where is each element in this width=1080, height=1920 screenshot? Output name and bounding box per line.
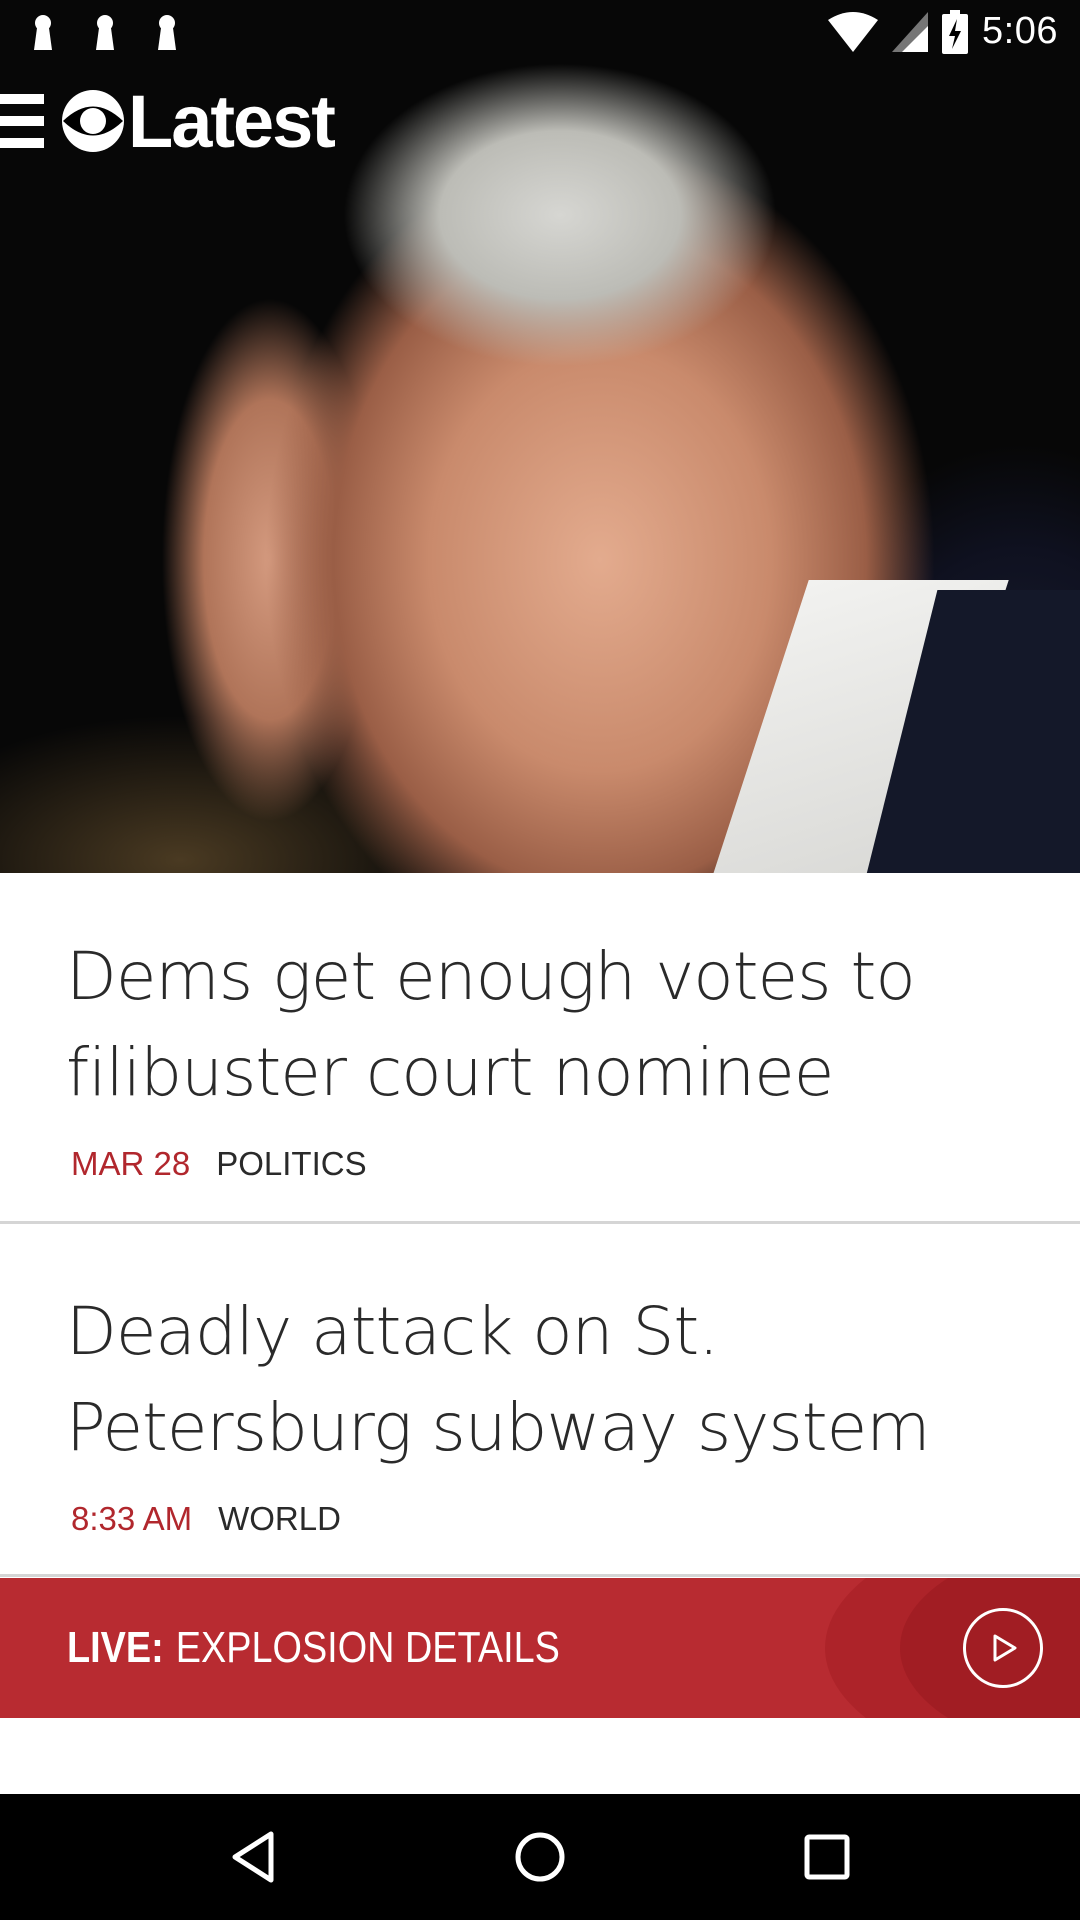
system-nav-bar (0, 1794, 1080, 1920)
play-circle-icon[interactable] (963, 1608, 1043, 1688)
article-category: POLITICS (216, 1145, 367, 1182)
hamburger-menu-icon[interactable] (0, 90, 44, 152)
live-label: LIVE: (67, 1623, 164, 1672)
keyhole-icon (158, 14, 176, 50)
notification-icons (30, 14, 180, 50)
article-timestamp: 8:33 AM (71, 1500, 193, 1537)
app-logo[interactable]: Latest (60, 79, 336, 164)
recents-icon[interactable] (787, 1817, 867, 1897)
article-category: WORLD (218, 1500, 341, 1537)
back-icon[interactable] (213, 1817, 293, 1897)
battery-charging-icon (942, 9, 969, 54)
live-banner-text: LIVE: EXPLOSION DETAILS (67, 1578, 560, 1718)
live-banner[interactable]: LIVE: EXPLOSION DETAILS (0, 1578, 1080, 1718)
article-timestamp: MAR 28 (71, 1145, 191, 1182)
keyhole-icon (96, 14, 114, 50)
article-card[interactable]: Deadly attack on St. Petersburg subway s… (0, 1224, 1080, 1577)
article-headline: Dems get enough votes to filibuster cour… (66, 938, 916, 1111)
cbs-eye-icon (62, 90, 124, 152)
article-meta: 8:33 AM WORLD (71, 1500, 341, 1538)
app-header: Latest (0, 80, 336, 163)
home-icon[interactable] (500, 1817, 580, 1897)
app-title: Latest (128, 79, 336, 163)
clock: 5:06 (982, 10, 1058, 52)
keyhole-icon (34, 14, 52, 50)
article-meta: MAR 28 POLITICS (71, 1145, 367, 1183)
next-article-partial[interactable] (0, 1718, 1080, 1794)
live-headline: EXPLOSION DETAILS (175, 1623, 560, 1672)
system-icons: 5:06 (828, 9, 1058, 54)
wifi-icon (828, 11, 879, 52)
cell-signal-icon (892, 11, 929, 52)
status-bar: 5:06 (0, 0, 1080, 63)
screen: 5:06 Latest Dems get enough votes to fil… (0, 0, 1080, 1920)
article-card[interactable]: Dems get enough votes to filibuster cour… (0, 873, 1080, 1224)
article-headline: Deadly attack on St. Petersburg subway s… (66, 1293, 931, 1466)
